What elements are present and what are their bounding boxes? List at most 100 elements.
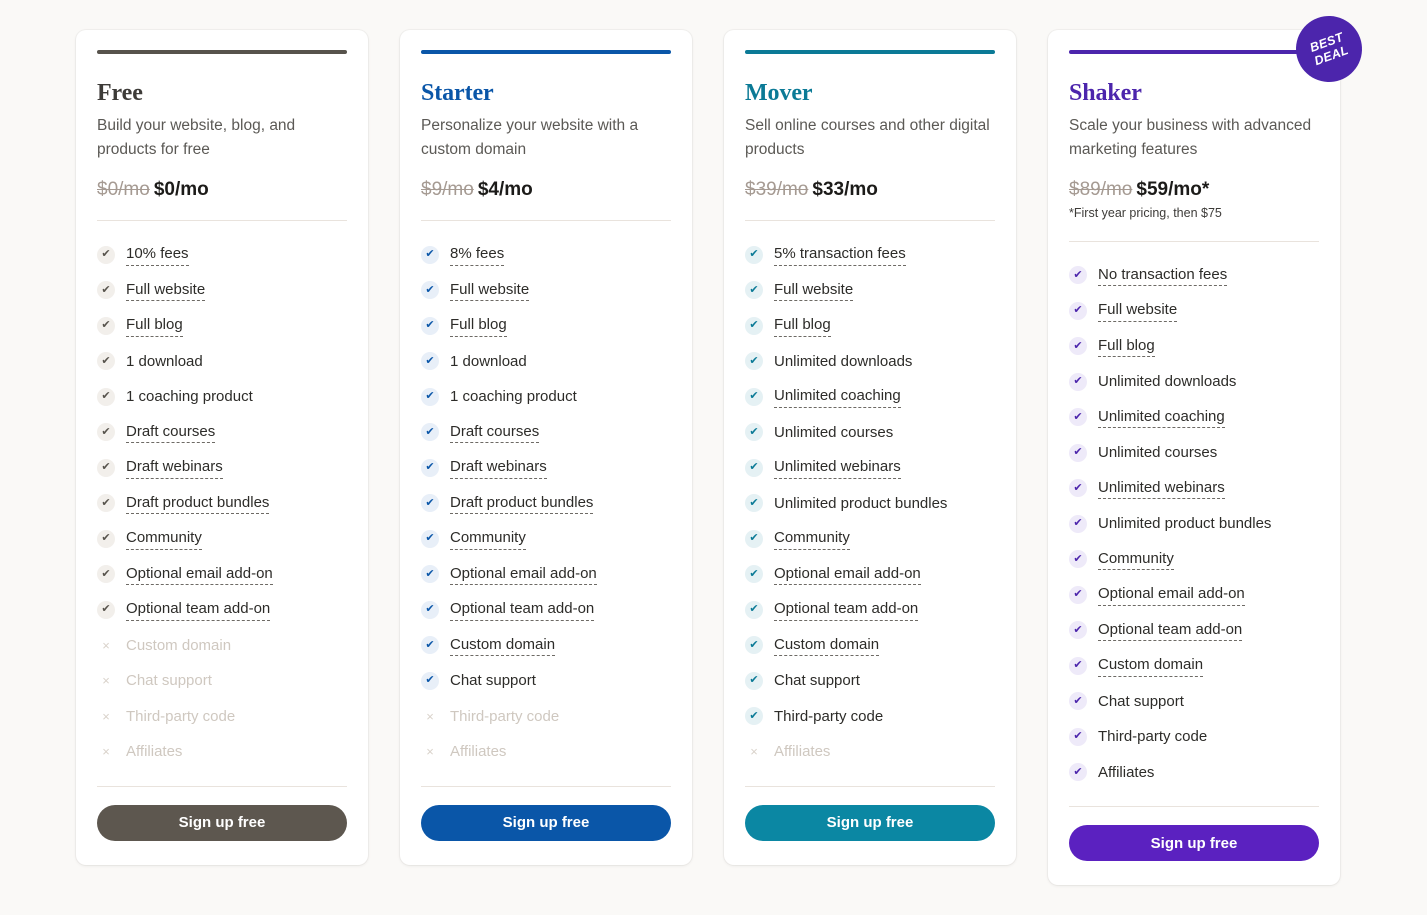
feature-row: ✔ Full website xyxy=(97,273,347,309)
divider xyxy=(745,785,995,787)
feature-label[interactable]: Optional email add-on xyxy=(126,564,273,586)
feature-label[interactable]: Full blog xyxy=(450,315,507,337)
feature-row: ✔ Unlimited downloads xyxy=(1069,364,1319,400)
feature-label[interactable]: Optional team add-on xyxy=(1098,620,1243,642)
feature-row: ✔ Chat support xyxy=(745,663,995,699)
feature-label[interactable]: Draft product bundles xyxy=(126,493,270,515)
feature-row: ✔ Full blog xyxy=(1069,329,1319,365)
feature-label: Third-party code xyxy=(126,707,236,725)
feature-label[interactable]: Optional team add-on xyxy=(450,599,595,621)
feature-label[interactable]: Optional email add-on xyxy=(774,564,921,586)
feature-label[interactable]: Optional email add-on xyxy=(1098,584,1245,606)
feature-label[interactable]: Full blog xyxy=(1098,336,1155,358)
feature-label[interactable]: Optional email add-on xyxy=(450,564,597,586)
feature-label[interactable]: Full website xyxy=(126,280,206,302)
feature-label: Chat support xyxy=(450,672,536,690)
feature-list: ✔ 5% transaction fees ✔ Full website ✔ Full b… xyxy=(745,237,995,770)
feature-label[interactable]: Draft courses xyxy=(126,422,216,444)
feature-label[interactable]: Unlimited coaching xyxy=(774,386,901,408)
feature-row: ✔ Community xyxy=(745,521,995,557)
feature-label[interactable]: Draft product bundles xyxy=(450,493,594,515)
plan-description: Build your website, blog, and products f… xyxy=(97,117,296,159)
feature-label[interactable]: Community xyxy=(1098,549,1174,571)
check-icon: ✔ xyxy=(745,671,763,690)
feature-label[interactable]: Community xyxy=(126,528,202,550)
plan-price-original: $9/mo xyxy=(421,179,474,201)
check-icon: ✔ xyxy=(421,600,439,619)
feature-label[interactable]: Draft webinars xyxy=(450,457,547,479)
feature-row: ✔ Draft product bundles xyxy=(97,486,347,522)
check-icon: ✔ xyxy=(1069,301,1087,320)
feature-label[interactable]: 8% fees xyxy=(450,244,505,266)
check-icon: ✔ xyxy=(421,529,439,548)
feature-label[interactable]: Unlimited webinars xyxy=(774,457,901,479)
feature-label[interactable]: No transaction fees xyxy=(1098,265,1228,287)
plan-price-footnote: *First year pricing, then $75 xyxy=(1069,206,1222,221)
feature-label: 1 coaching product xyxy=(450,388,577,406)
check-icon: ✔ xyxy=(97,529,115,548)
feature-label[interactable]: Community xyxy=(450,528,526,550)
feature-label[interactable]: Full blog xyxy=(126,315,183,337)
divider xyxy=(421,220,671,222)
check-icon: ✔ xyxy=(1069,337,1087,356)
signup-button-mover[interactable]: Sign up free xyxy=(745,804,995,841)
feature-label[interactable]: Full blog xyxy=(774,315,831,337)
feature-label[interactable]: Draft webinars xyxy=(126,457,223,479)
check-icon: ✔ xyxy=(421,387,439,406)
feature-row: ✔ Optional team add-on xyxy=(1069,613,1319,649)
feature-label: Chat support xyxy=(1098,692,1184,710)
feature-label[interactable]: Full website xyxy=(774,280,854,302)
feature-row: ✔ Third-party code xyxy=(745,699,995,735)
feature-list: ✔ No transaction fees ✔ Full website ✔ Full b… xyxy=(1069,258,1319,791)
feature-label: Affiliates xyxy=(774,743,831,761)
plan-name: Starter xyxy=(421,80,494,106)
plan-price-current: $59/mo* xyxy=(1136,179,1210,201)
feature-label[interactable]: 5% transaction fees xyxy=(774,244,906,266)
check-icon: ✔ xyxy=(745,352,763,371)
plan-accent-bar xyxy=(745,50,995,54)
signup-button-starter[interactable]: Sign up free xyxy=(421,804,671,841)
feature-row: × Third-party code xyxy=(97,699,347,735)
plan-card-starter: Starter Personalize your website with a c… xyxy=(400,30,692,865)
feature-row: ✔ 1 download xyxy=(97,344,347,380)
feature-label[interactable]: Community xyxy=(774,528,850,550)
feature-label: 1 download xyxy=(126,352,203,370)
check-icon: ✔ xyxy=(1069,656,1087,675)
feature-row: × Third-party code xyxy=(421,699,671,735)
feature-label[interactable]: Unlimited coaching xyxy=(1098,407,1225,429)
signup-button-shaker[interactable]: Sign up free xyxy=(1069,825,1319,862)
signup-button-free[interactable]: Sign up free xyxy=(97,804,347,841)
feature-row: ✔ Third-party code xyxy=(1069,719,1319,755)
check-icon: ✔ xyxy=(97,423,115,442)
feature-label[interactable]: Full website xyxy=(1098,300,1178,322)
feature-list: ✔ 10% fees ✔ Full website ✔ Full blog ✔ 1 downl… xyxy=(97,237,347,770)
feature-label[interactable]: Unlimited webinars xyxy=(1098,478,1225,500)
check-icon: ✔ xyxy=(97,387,115,406)
feature-row: ✔ Community xyxy=(97,521,347,557)
plan-price-current: $0/mo xyxy=(153,179,209,201)
feature-label[interactable]: Custom domain xyxy=(1098,655,1204,677)
feature-label[interactable]: Custom domain xyxy=(450,635,556,657)
cross-icon: × xyxy=(102,637,110,653)
feature-row: ✔ Unlimited courses xyxy=(745,415,995,451)
feature-label: Chat support xyxy=(774,672,860,690)
check-icon: ✔ xyxy=(745,281,763,300)
check-icon: ✔ xyxy=(97,281,115,300)
feature-label[interactable]: Optional team add-on xyxy=(126,599,271,621)
plan-price-original: $0/mo xyxy=(97,179,150,201)
feature-label[interactable]: Custom domain xyxy=(774,635,880,657)
feature-label[interactable]: Draft courses xyxy=(450,422,540,444)
check-icon: ✔ xyxy=(745,636,763,655)
check-icon: ✔ xyxy=(745,245,763,264)
feature-row: ✔ Optional email add-on xyxy=(1069,577,1319,613)
check-icon: ✔ xyxy=(1069,443,1087,462)
plan-name: Shaker xyxy=(1069,80,1142,106)
check-icon: ✔ xyxy=(97,565,115,584)
feature-label[interactable]: Full website xyxy=(450,280,530,302)
feature-label[interactable]: 10% fees xyxy=(126,244,189,266)
feature-label[interactable]: Optional team add-on xyxy=(774,599,919,621)
feature-row: ✔ Unlimited coaching xyxy=(745,379,995,415)
check-icon: ✔ xyxy=(421,565,439,584)
feature-label: Unlimited product bundles xyxy=(1098,515,1272,533)
feature-row: ✔ No transaction fees xyxy=(1069,258,1319,294)
